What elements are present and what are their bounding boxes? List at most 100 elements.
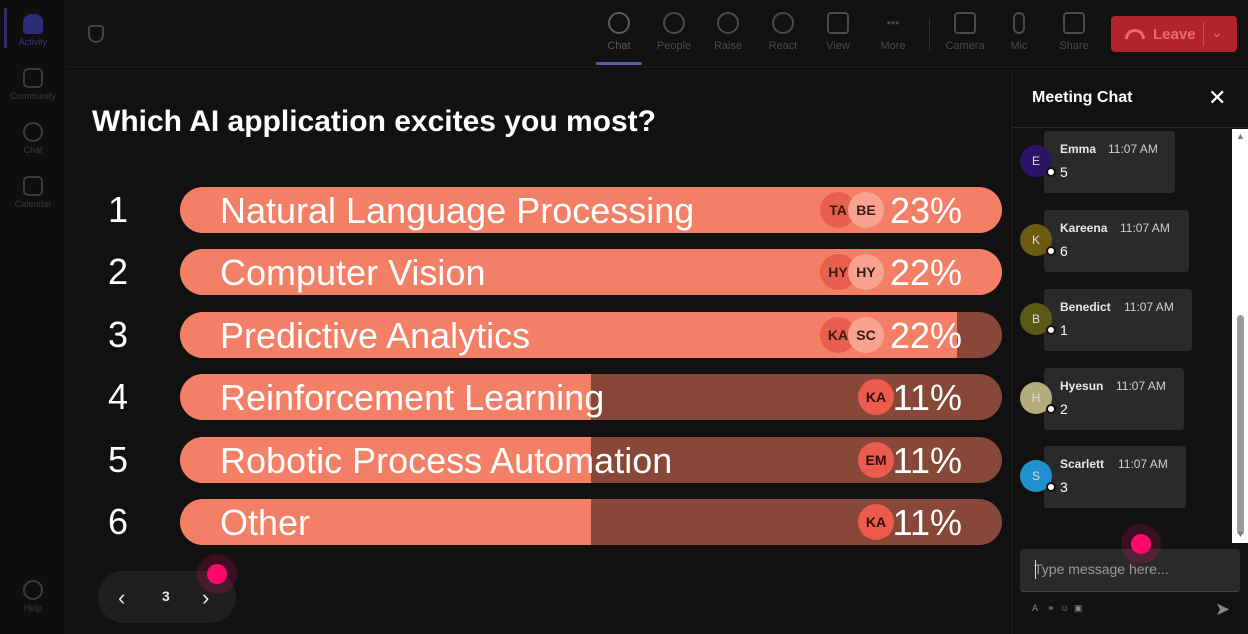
avatar-initial: E [1031,154,1040,168]
message-text: 1 [1060,322,1068,338]
toolbar-react-button[interactable]: React [757,12,809,52]
chat-icon [23,122,43,142]
presence-indicator [1046,246,1056,256]
option-label: Reinforcement Learning [220,377,605,418]
message-timestamp: 11:07 AM [1124,300,1174,314]
avatar-initial: K [1031,233,1040,247]
pointer-highlight [1131,534,1151,554]
app-rail: Activity Community Chat Calendar Help [0,0,66,634]
option-percent: 22% [889,252,962,293]
option-rank: 5 [108,439,129,480]
toolbar-chat-button[interactable]: Chat [593,12,645,52]
sender-name: Scarlett [1060,457,1105,471]
message-timestamp: 11:07 AM [1116,379,1166,393]
option-bar: Computer Vision HY HY 22% [180,249,1002,295]
chat-title: Meeting Chat [1032,89,1133,106]
message-input[interactable] [1034,561,1224,577]
avatar-initial: B [1031,312,1040,326]
rail-item-label: Activity [18,37,48,47]
option-percent: 23% [889,190,962,231]
poll-option-row: 1 Natural Language Processing TA BE 23% [92,187,1004,233]
message-text: 5 [1060,164,1068,180]
page-number: 3 [162,588,170,604]
sender-name: Benedict [1060,300,1111,314]
meeting-toolbar: Chat People Raise React View ••• More Ca… [66,0,1248,68]
help-icon [23,580,43,600]
format-icon[interactable]: A [1032,603,1038,613]
option-bar: Other KA 11% [180,499,1002,545]
toolbar-label: Camera [945,40,985,52]
rail-item-chat[interactable]: Chat [0,122,66,155]
toolbar-label: People [656,40,692,52]
poll-option-row: 5 Robotic Process Automation EM 11% [92,437,1004,483]
avatar[interactable]: H [1020,382,1056,414]
chat-icon [608,12,630,34]
chat-divider [1012,127,1248,128]
toolbar-share-button[interactable]: Share [1048,12,1100,52]
rail-item-label: Help [23,603,43,613]
toolbar-more-button[interactable]: ••• More [867,12,919,52]
emoji-icon[interactable]: ☺ [1060,603,1069,613]
meeting-window: Activity Community Chat Calendar Help Ch… [0,0,1248,634]
bell-icon [23,14,43,34]
avatar[interactable]: S [1020,460,1056,492]
rail-item-calendar[interactable]: Calendar [0,176,66,209]
sender-name: Hyesun [1060,379,1104,393]
toolbar-mic-button[interactable]: Mic [993,12,1045,52]
option-percent: 11% [892,377,962,418]
toolbar-camera-button[interactable]: Camera [939,12,991,52]
mic-icon [1013,12,1025,34]
chevron-down-icon[interactable]: ⌄ [1211,24,1223,41]
message-bubble: Scarlett 11:07 AM 3 [1044,446,1186,508]
gif-icon[interactable]: ▣ [1074,603,1083,614]
message-timestamp: 11:07 AM [1108,142,1158,156]
toolbar-label: View [826,40,850,52]
toolbar-label: Chat [607,40,631,52]
toolbar-label: React [768,40,798,52]
toolbar-raise-button[interactable]: Raise [702,12,754,52]
shield-icon [88,25,104,43]
chevron-left-icon[interactable]: ‹ [118,585,125,611]
toolbar-people-button[interactable]: People [648,12,700,52]
poll-question: Which AI application excites you most? [92,105,656,138]
scroll-up-icon[interactable]: ▲ [1236,131,1245,141]
voter-avatar: KA [858,504,894,540]
voter-avatar: SC [848,317,884,353]
option-rank: 2 [108,251,129,292]
rail-item-community[interactable]: Community [0,68,66,101]
chevron-right-icon[interactable]: › [202,585,209,611]
hang-up-icon [1125,29,1145,39]
message-text: 6 [1060,243,1068,259]
poll-stage: Which AI application excites you most? 1… [66,69,1010,634]
leave-button[interactable]: Leave ⌄ [1111,16,1237,52]
poll-option-row: 3 Predictive Analytics KA SC 22% [92,312,1004,358]
rail-item-activity[interactable]: Activity [0,14,66,47]
sender-name: Kareena [1060,221,1108,235]
avatar[interactable]: E [1020,145,1056,177]
message-text: 2 [1060,401,1068,417]
message-compose-box[interactable] [1020,549,1240,592]
option-label: Computer Vision [220,252,486,293]
rail-item-label: Calendar [14,199,52,209]
message-timestamp: 11:07 AM [1120,221,1170,235]
message-bubble: Benedict 11:07 AM 1 [1044,289,1192,351]
toolbar-view-button[interactable]: View [812,12,864,52]
scrollbar-thumb[interactable] [1237,315,1244,535]
meeting-chat-panel: Meeting Chat ✕ Emma 11:07 AM 5 E Kareena 11:0… [1011,69,1248,634]
attach-icon[interactable]: ⚭ [1047,603,1055,614]
message-bubble: Hyesun 11:07 AM 2 [1044,368,1184,430]
scroll-down-icon[interactable]: ▼ [1236,529,1245,539]
close-icon[interactable]: ✕ [1208,85,1226,111]
option-bar: Reinforcement Learning KA 11% [180,374,1002,420]
option-rank: 6 [108,501,129,542]
option-label: Predictive Analytics [220,315,531,356]
rail-item-help[interactable]: Help [0,580,66,613]
voter-avatar: EM [858,442,894,478]
avatar[interactable]: K [1020,224,1056,256]
toolbar-divider [929,18,930,50]
active-tab-indicator [596,62,642,65]
send-icon[interactable]: ➤ [1215,599,1230,620]
message-bubble: Emma 11:07 AM 5 [1044,131,1175,193]
presence-indicator [1046,404,1056,414]
avatar[interactable]: B [1020,303,1056,335]
